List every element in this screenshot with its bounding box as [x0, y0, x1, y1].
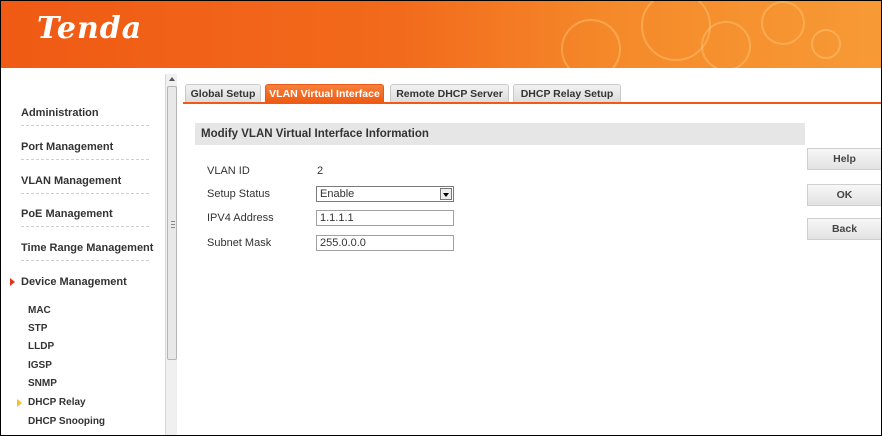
sidebar-divider — [21, 226, 149, 227]
sidebar-subitem-snmp[interactable]: SNMP — [28, 378, 57, 389]
sidebar-subitem-dhcp-relay[interactable]: DHCP Relay — [28, 397, 86, 408]
sidebar-divider — [21, 193, 149, 194]
setup-status-value: Enable — [320, 188, 355, 200]
ipv4-address-label: IPV4 Address — [207, 212, 274, 224]
subnet-mask-label: Subnet Mask — [207, 237, 272, 249]
panel-title: Modify VLAN Virtual Interface Informatio… — [195, 123, 805, 145]
active-subitem-arrow-icon — [17, 399, 22, 407]
sidebar-item-time-range-management[interactable]: Time Range Management — [21, 242, 153, 254]
scroll-up-arrow-icon[interactable] — [169, 77, 175, 81]
grip-icon — [171, 221, 175, 222]
vlan-id-label: VLAN ID — [207, 165, 250, 177]
back-button[interactable]: Back — [807, 218, 882, 240]
tab-remote-dhcp-server[interactable]: Remote DHCP Server — [390, 84, 509, 102]
header-decoration — [811, 29, 841, 59]
vlan-id-value: 2 — [317, 165, 324, 177]
tenda-logo: Tenda — [37, 11, 143, 46]
scrollbar-thumb[interactable] — [167, 86, 177, 360]
active-nav-arrow-icon — [10, 278, 15, 286]
sidebar-subitem-igsp[interactable]: IGSP — [28, 360, 52, 371]
tab-dhcp-relay-setup[interactable]: DHCP Relay Setup — [513, 84, 621, 102]
grip-icon — [171, 227, 175, 228]
dropdown-button[interactable] — [440, 188, 452, 200]
tab-global-setup[interactable]: Global Setup — [185, 84, 261, 102]
tab-vlan-virtual-interface[interactable]: VLAN Virtual Interface — [265, 84, 384, 102]
sidebar-subitem-lldp[interactable]: LLDP — [28, 341, 54, 352]
sidebar-divider — [21, 159, 149, 160]
ok-button[interactable]: OK — [807, 184, 882, 206]
tab-bar: Global Setup VLAN Virtual Interface Remo… — [183, 84, 882, 104]
sidebar-item-vlan-management[interactable]: VLAN Management — [21, 175, 121, 187]
header-decoration — [641, 1, 711, 61]
sidebar-item-administration[interactable]: Administration — [21, 107, 99, 119]
ipv4-address-input[interactable]: 1.1.1.1 — [316, 210, 454, 226]
sidebar-item-port-management[interactable]: Port Management — [21, 141, 113, 153]
setup-status-label: Setup Status — [207, 188, 270, 200]
grip-icon — [171, 224, 175, 225]
sidebar-divider — [21, 260, 149, 261]
sidebar: Administration Port Management VLAN Mana… — [1, 74, 165, 436]
sidebar-item-device-management[interactable]: Device Management — [21, 276, 127, 288]
chevron-down-icon — [443, 193, 449, 197]
header-banner: Tenda — [1, 1, 881, 68]
sidebar-subitem-stp[interactable]: STP — [28, 323, 47, 334]
sidebar-subitem-mac[interactable]: MAC — [28, 305, 51, 316]
sidebar-item-poe-management[interactable]: PoE Management — [21, 208, 113, 220]
header-decoration — [701, 21, 751, 68]
setup-status-select[interactable]: Enable — [316, 186, 454, 202]
sidebar-divider — [21, 125, 149, 126]
subnet-mask-input[interactable]: 255.0.0.0 — [316, 235, 454, 251]
header-decoration — [761, 1, 805, 45]
sidebar-subitem-dhcp-snooping[interactable]: DHCP Snooping — [28, 416, 105, 427]
sidebar-scrollbar[interactable] — [165, 74, 177, 436]
help-button[interactable]: Help — [807, 148, 882, 170]
header-decoration — [561, 19, 621, 68]
